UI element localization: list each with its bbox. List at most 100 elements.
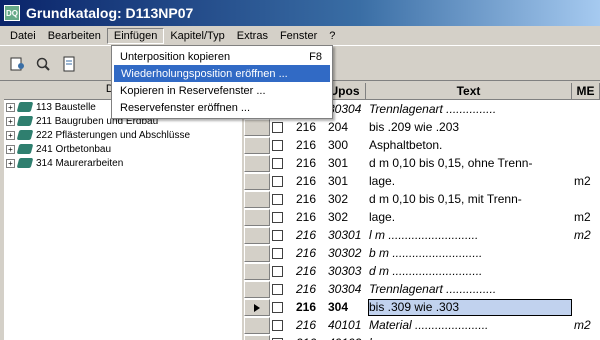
row-selector[interactable]	[244, 119, 270, 136]
table-row[interactable]: 216 301 d m 0,10 bis 0,15, ohne Trenn-	[244, 155, 600, 172]
table-row[interactable]: 216 301 lage. m2	[244, 173, 600, 190]
table-row[interactable]: 216 302 d m 0,10 bis 0,15, mit Trenn-	[244, 191, 600, 208]
table-row[interactable]: 216 300 Asphaltbeton.	[244, 137, 600, 154]
row-checkbox[interactable]	[272, 320, 283, 331]
menu-fenster[interactable]: Fenster	[274, 29, 323, 43]
row-checkbox[interactable]	[272, 266, 283, 277]
cell-me: m2	[574, 210, 591, 224]
row-selector[interactable]	[244, 191, 270, 208]
table-row[interactable]: 216 304 bis .309 wie .303	[244, 299, 600, 316]
cell-ab: 216	[296, 120, 317, 134]
row-selector[interactable]	[244, 155, 270, 172]
cell-me: m2	[574, 318, 591, 332]
dd-label: Reservefenster eröffnen ...	[120, 101, 251, 114]
cell-ab: 216	[296, 318, 317, 332]
menu-einfuegen[interactable]: Einfügen	[106, 27, 165, 44]
tree-item[interactable]: +314 Maurerarbeiten	[4, 156, 242, 170]
cell-ab: 216	[296, 246, 317, 260]
cell-ab: 216	[296, 228, 317, 242]
table-row[interactable]: 216 40101 Material ...................... m…	[244, 317, 600, 334]
search-icon[interactable]	[32, 53, 54, 75]
cell-text: lage.	[369, 210, 396, 224]
dd-label: Unterposition kopieren	[120, 50, 231, 63]
expand-icon[interactable]: +	[6, 158, 15, 168]
tree-panel: DQ-Na +113 Baustelle +211 Baugruben und …	[4, 83, 242, 340]
cell-upos: 40101	[328, 318, 362, 332]
table-row[interactable]: 216 30301 l m ........................... m…	[244, 227, 600, 244]
row-selector[interactable]	[244, 335, 270, 340]
row-selector[interactable]	[244, 299, 270, 316]
table-row[interactable]: 216 30302 b m ...........................	[244, 245, 600, 262]
tree-item[interactable]: +222 Pflästerungen und Abschlüsse	[4, 128, 242, 142]
cell-ab: 216	[296, 156, 317, 170]
expand-icon[interactable]: +	[6, 102, 15, 112]
menu-wiederholungsposition[interactable]: Wiederholungsposition eröffnen ...	[114, 65, 330, 82]
expand-icon[interactable]: +	[6, 144, 15, 154]
cell-text: Material ......................	[369, 318, 489, 332]
cell-text: Trennlagenart ...............	[369, 102, 497, 116]
menu-datei[interactable]: Datei	[4, 29, 42, 43]
grid-header-me[interactable]: ME	[572, 83, 600, 100]
new-icon[interactable]	[6, 53, 28, 75]
row-selector[interactable]	[244, 245, 270, 262]
cell-upos: 30304	[328, 102, 362, 116]
cell-upos: 204	[328, 120, 349, 134]
row-selector[interactable]	[244, 173, 270, 190]
cell-text: d m 0,10 bis 0,15, mit Trenn-	[369, 192, 522, 206]
menu-help[interactable]: ?	[323, 29, 341, 43]
document-icon[interactable]	[58, 53, 80, 75]
menu-reservefenster-eroeffnen[interactable]: Reservefenster eröffnen ...	[114, 99, 330, 116]
cell-ab: 216	[296, 300, 317, 314]
row-selector[interactable]	[244, 263, 270, 280]
cell-me: m2	[574, 228, 591, 242]
table-row[interactable]: 216 204 bis .209 wie .203	[244, 119, 600, 136]
tree-label: 113 Baustelle	[36, 101, 96, 113]
row-selector[interactable]	[244, 281, 270, 298]
row-checkbox[interactable]	[272, 248, 283, 259]
menu-unterposition-kopieren[interactable]: Unterposition kopieren F8	[114, 48, 330, 65]
cell-text: b m ...........................	[369, 246, 483, 260]
book-icon	[16, 158, 34, 168]
cell-upos: 302	[328, 192, 349, 206]
dd-shortcut: F8	[309, 50, 322, 63]
expand-icon[interactable]: +	[6, 116, 15, 126]
row-selector[interactable]	[244, 227, 270, 244]
menu-kapitel-typ[interactable]: Kapitel/Typ	[164, 29, 230, 43]
dd-label: Wiederholungsposition eröffnen ...	[121, 67, 288, 80]
row-selector[interactable]	[244, 317, 270, 334]
menu-bearbeiten[interactable]: Bearbeiten	[42, 29, 107, 43]
menu-extras[interactable]: Extras	[231, 29, 274, 43]
row-checkbox[interactable]	[272, 122, 283, 133]
table-row[interactable]: 216 40102 l m	[244, 335, 600, 340]
cell-upos: 30304	[328, 282, 362, 296]
row-checkbox[interactable]	[272, 194, 283, 205]
cell-text: l m ...........................	[369, 228, 479, 242]
expand-icon[interactable]: +	[6, 130, 15, 140]
book-icon	[16, 144, 34, 154]
grid-header-text[interactable]: Text	[366, 83, 572, 100]
table-row[interactable]: 216 30304 Trennlagenart ...............	[244, 281, 600, 298]
row-checkbox[interactable]	[272, 212, 283, 223]
tree-label: 222 Pflästerungen und Abschlüsse	[36, 129, 190, 141]
row-checkbox[interactable]	[272, 140, 283, 151]
table-row[interactable]: 216 302 lage. m2	[244, 209, 600, 226]
row-checkbox[interactable]	[272, 176, 283, 187]
table-row[interactable]: 216 30303 d m ...........................	[244, 263, 600, 280]
cell-text: d m 0,10 bis 0,15, ohne Trenn-	[369, 156, 533, 170]
row-checkbox[interactable]	[272, 158, 283, 169]
row-checkbox[interactable]	[272, 302, 283, 313]
cell-text: l m	[369, 336, 385, 340]
cell-ab: 216	[296, 192, 317, 206]
tree-item[interactable]: +241 Ortbetonbau	[4, 142, 242, 156]
cell-ab: 216	[296, 336, 316, 340]
title-bar: DQ Grundkatalog: D113NP07	[0, 0, 600, 26]
cell-text: Trennlagenart ...............	[369, 282, 497, 296]
dd-label: Kopieren in Reservefenster ...	[120, 84, 266, 97]
menu-kopieren-reservefenster[interactable]: Kopieren in Reservefenster ...	[114, 82, 330, 99]
row-selector[interactable]	[244, 137, 270, 154]
book-icon	[16, 116, 34, 126]
book-icon	[16, 102, 34, 112]
row-checkbox[interactable]	[272, 284, 283, 295]
row-selector[interactable]	[244, 209, 270, 226]
row-checkbox[interactable]	[272, 230, 283, 241]
